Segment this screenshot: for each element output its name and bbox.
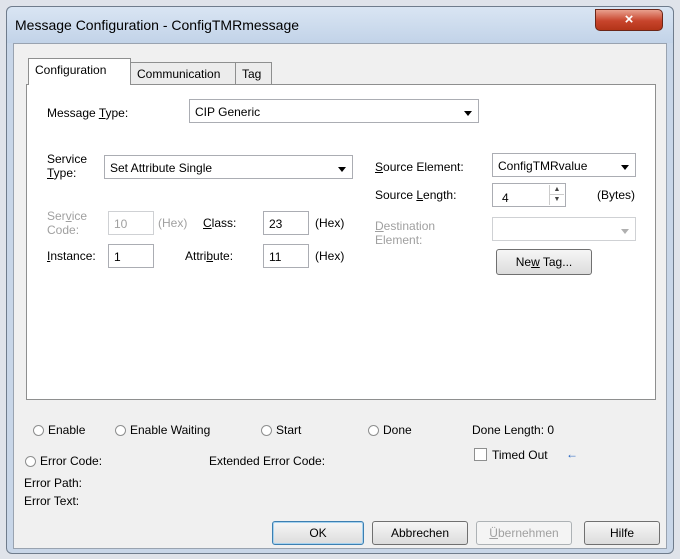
service-code-input[interactable]: 10 <box>108 211 154 235</box>
service-type-label: Service Type: <box>47 152 88 180</box>
dialog-client: Configuration Communication Tag Message … <box>13 43 667 549</box>
enable-waiting-label: Enable Waiting <box>130 423 211 437</box>
service-code-unit: (Hex) <box>158 216 188 230</box>
done-length-label: Done Length: 0 <box>472 423 555 437</box>
service-type-value: Set Attribute Single <box>110 161 213 175</box>
class-unit: (Hex) <box>315 216 345 230</box>
chevron-down-icon <box>464 111 472 116</box>
error-path-label: Error Path: <box>24 476 83 490</box>
instance-label: Instance: <box>47 249 96 263</box>
error-code-label: Error Code: <box>40 454 103 468</box>
window-title: Message Configuration - ConfigTMRmessage <box>15 17 300 33</box>
chevron-down-icon <box>338 167 346 172</box>
start-label: Start <box>276 423 302 437</box>
error-code-radio <box>25 456 36 467</box>
source-length-value: 4 <box>502 191 509 205</box>
message-type-select[interactable]: CIP Generic <box>189 99 479 123</box>
chevron-down-icon <box>621 229 629 234</box>
ok-button[interactable]: OK <box>272 521 364 545</box>
new-tag-button[interactable]: New Tag... <box>496 249 592 275</box>
attribute-input[interactable]: 11 <box>263 244 309 268</box>
instance-input[interactable]: 1 <box>108 244 154 268</box>
class-label: Class: <box>203 216 237 230</box>
done-label: Done <box>383 423 412 437</box>
attribute-label: Attribute: <box>185 249 234 263</box>
error-text-label: Error Text: <box>24 494 80 508</box>
source-element-value: ConfigTMRvalue <box>498 159 588 173</box>
tab-configuration[interactable]: Configuration <box>28 58 131 85</box>
enable-label: Enable <box>48 423 86 437</box>
attribute-unit: (Hex) <box>315 249 345 263</box>
enable-waiting-radio <box>115 425 126 436</box>
timed-out-label: Timed Out <box>492 448 548 462</box>
source-length-label: Source Length: <box>375 188 457 202</box>
done-radio <box>368 425 379 436</box>
title-bar[interactable]: Message Configuration - ConfigTMRmessage… <box>7 7 673 43</box>
arrow-left-icon: ← <box>566 447 578 461</box>
message-type-value: CIP Generic <box>195 105 261 119</box>
configuration-panel: Message Type: CIP Generic Service Type: S… <box>26 84 656 400</box>
service-type-select[interactable]: Set Attribute Single <box>104 155 353 179</box>
enable-radio <box>33 425 44 436</box>
spin-up-icon[interactable]: ▲ <box>550 185 564 195</box>
dialog-window: Message Configuration - ConfigTMRmessage… <box>6 6 674 554</box>
source-length-stepper[interactable]: 4 ▲ ▼ <box>492 183 566 207</box>
source-element-label: Source Element: <box>375 160 464 174</box>
close-button[interactable]: × <box>595 9 663 31</box>
chevron-down-icon <box>621 165 629 170</box>
service-code-label: Service Code: <box>47 209 88 237</box>
spin-down-icon[interactable]: ▼ <box>550 195 564 204</box>
class-input[interactable]: 23 <box>263 211 309 235</box>
source-length-unit: (Bytes) <box>597 188 636 202</box>
spin-buttons[interactable]: ▲ ▼ <box>549 185 564 205</box>
apply-button[interactable]: Übernehmen <box>476 521 572 545</box>
message-type-label: Message Type: <box>47 106 129 120</box>
destination-element-label: Destination Element: <box>375 219 436 247</box>
cancel-button[interactable]: Abbrechen <box>372 521 468 545</box>
destination-element-select[interactable] <box>492 217 636 241</box>
help-button[interactable]: Hilfe <box>584 521 660 545</box>
source-element-select[interactable]: ConfigTMRvalue <box>492 153 636 177</box>
tab-communication[interactable]: Communication <box>130 62 236 84</box>
start-radio <box>261 425 272 436</box>
extended-error-code-label: Extended Error Code: <box>209 454 326 468</box>
tab-tag[interactable]: Tag <box>235 62 272 84</box>
timed-out-checkbox <box>474 448 487 461</box>
